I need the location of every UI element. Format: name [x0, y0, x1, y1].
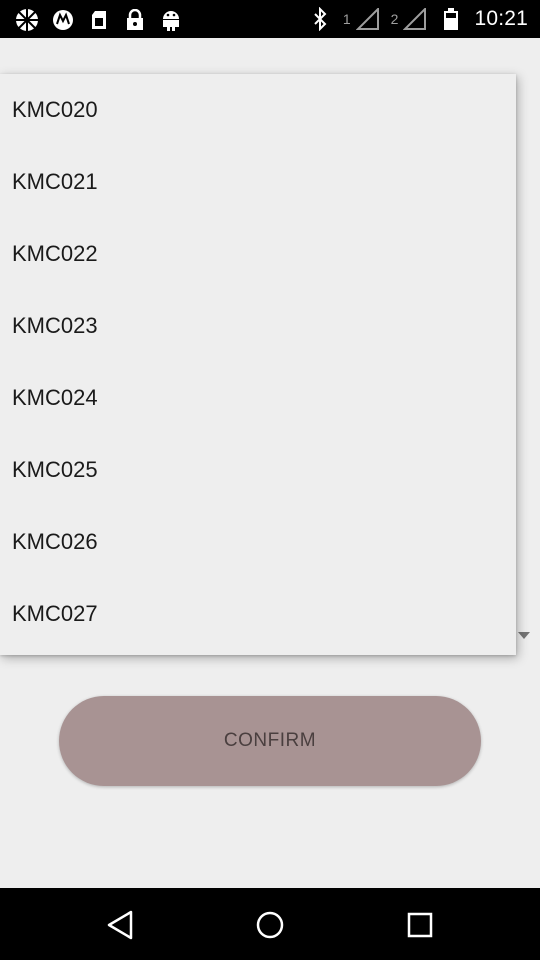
dropdown-item[interactable]: KMC024 [0, 362, 516, 434]
back-icon[interactable] [103, 908, 137, 942]
navigation-bar [0, 888, 540, 960]
notification-icons [14, 7, 184, 33]
dropdown-item[interactable]: KMC021 [0, 146, 516, 218]
dropdown-popup: KMC020 KMC021 KMC022 KMC023 KMC024 KMC02… [0, 74, 516, 655]
aperture-icon [14, 7, 40, 33]
dropdown-item[interactable]: KMC025 [0, 434, 516, 506]
clock: 10:21 [474, 7, 528, 30]
signal-icon [402, 6, 428, 32]
dropdown-item[interactable]: KMC022 [0, 218, 516, 290]
dropdown-item[interactable]: KMC020 [0, 74, 516, 146]
sim-card-icon [86, 7, 112, 33]
confirm-button[interactable]: CONFIRM [59, 696, 481, 786]
status-bar: 1 2 10:21 [0, 0, 540, 38]
home-icon[interactable] [253, 908, 287, 942]
recents-icon[interactable] [403, 908, 437, 942]
spinner-dropdown-arrow-icon[interactable] [518, 632, 530, 639]
battery-icon [438, 6, 464, 32]
sim1-label: 1 [342, 11, 351, 27]
android-icon [158, 7, 184, 33]
sim2-label: 2 [390, 11, 399, 27]
confirm-label: CONFIRM [223, 730, 317, 751]
dropdown-item[interactable]: KMC026 [0, 506, 516, 578]
motorola-icon [50, 7, 76, 33]
dropdown-item[interactable]: KMC027 [0, 578, 516, 650]
signal-icon [355, 6, 381, 32]
bluetooth-icon [307, 6, 333, 32]
lock-icon [122, 7, 148, 33]
dropdown-item[interactable]: KMC023 [0, 290, 516, 362]
system-icons: 1 2 10:21 [307, 6, 528, 32]
dropdown-list: KMC020 KMC021 KMC022 KMC023 KMC024 KMC02… [0, 74, 516, 650]
